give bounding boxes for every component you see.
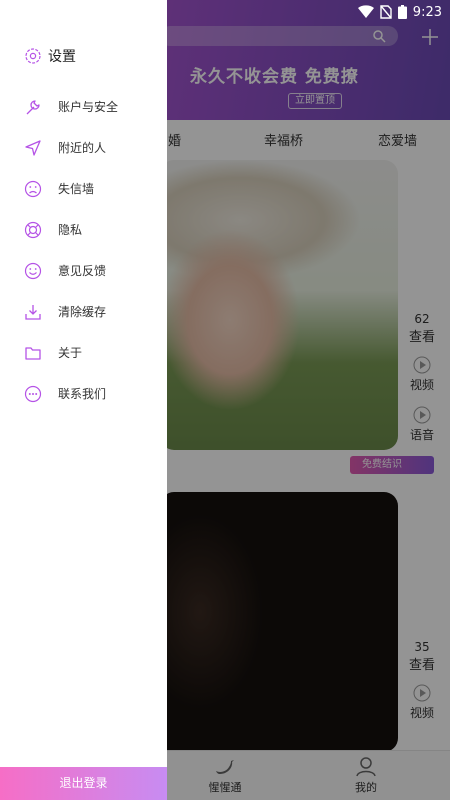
menu-label: 附近的人 [58,141,107,155]
lifebuoy-icon [24,221,42,238]
wifi-icon [357,5,374,18]
menu-item-nearby-people[interactable]: 附近的人 [0,127,167,168]
menu-item-contact-us[interactable]: 联系我们 [0,373,167,414]
drawer-title: 设置 [48,49,76,65]
battery-icon [397,5,407,19]
menu-label: 关于 [58,346,83,360]
logout-button[interactable]: 退出登录 [0,767,167,800]
menu-label: 账户与安全 [58,100,119,114]
drawer-header: 设置 [24,46,76,66]
menu-item-account-security[interactable]: 账户与安全 [0,86,167,127]
menu-label: 清除缓存 [58,305,107,319]
menu-label: 隐私 [58,223,83,237]
gear-icon [25,48,41,64]
no-sim-icon [380,5,392,19]
settings-menu: 账户与安全 附近的人 失信墙 隐私 意见反馈 清除缓存 关于 联系我们 [0,86,167,414]
menu-item-about[interactable]: 关于 [0,332,167,373]
settings-drawer: 设置 账户与安全 附近的人 失信墙 隐私 意见反馈 清除缓存 关于 联系我们 退… [0,0,167,800]
menu-label: 联系我们 [58,387,107,401]
menu-label: 意见反馈 [58,264,107,278]
wrench-icon [26,99,40,114]
sad-face-icon [24,180,42,197]
smile-face-icon [24,262,42,279]
folder-icon [25,346,41,360]
chat-bubble-icon [24,385,42,402]
download-tray-icon [25,304,41,320]
status-bar: 9:23 [357,2,442,22]
menu-item-feedback[interactable]: 意见反馈 [0,250,167,291]
menu-item-blacklist-wall[interactable]: 失信墙 [0,168,167,209]
menu-label: 失信墙 [58,182,95,196]
menu-item-privacy[interactable]: 隐私 [0,209,167,250]
location-arrow-icon [25,139,41,156]
status-time: 9:23 [412,4,442,20]
menu-item-clear-cache[interactable]: 清除缓存 [0,291,167,332]
